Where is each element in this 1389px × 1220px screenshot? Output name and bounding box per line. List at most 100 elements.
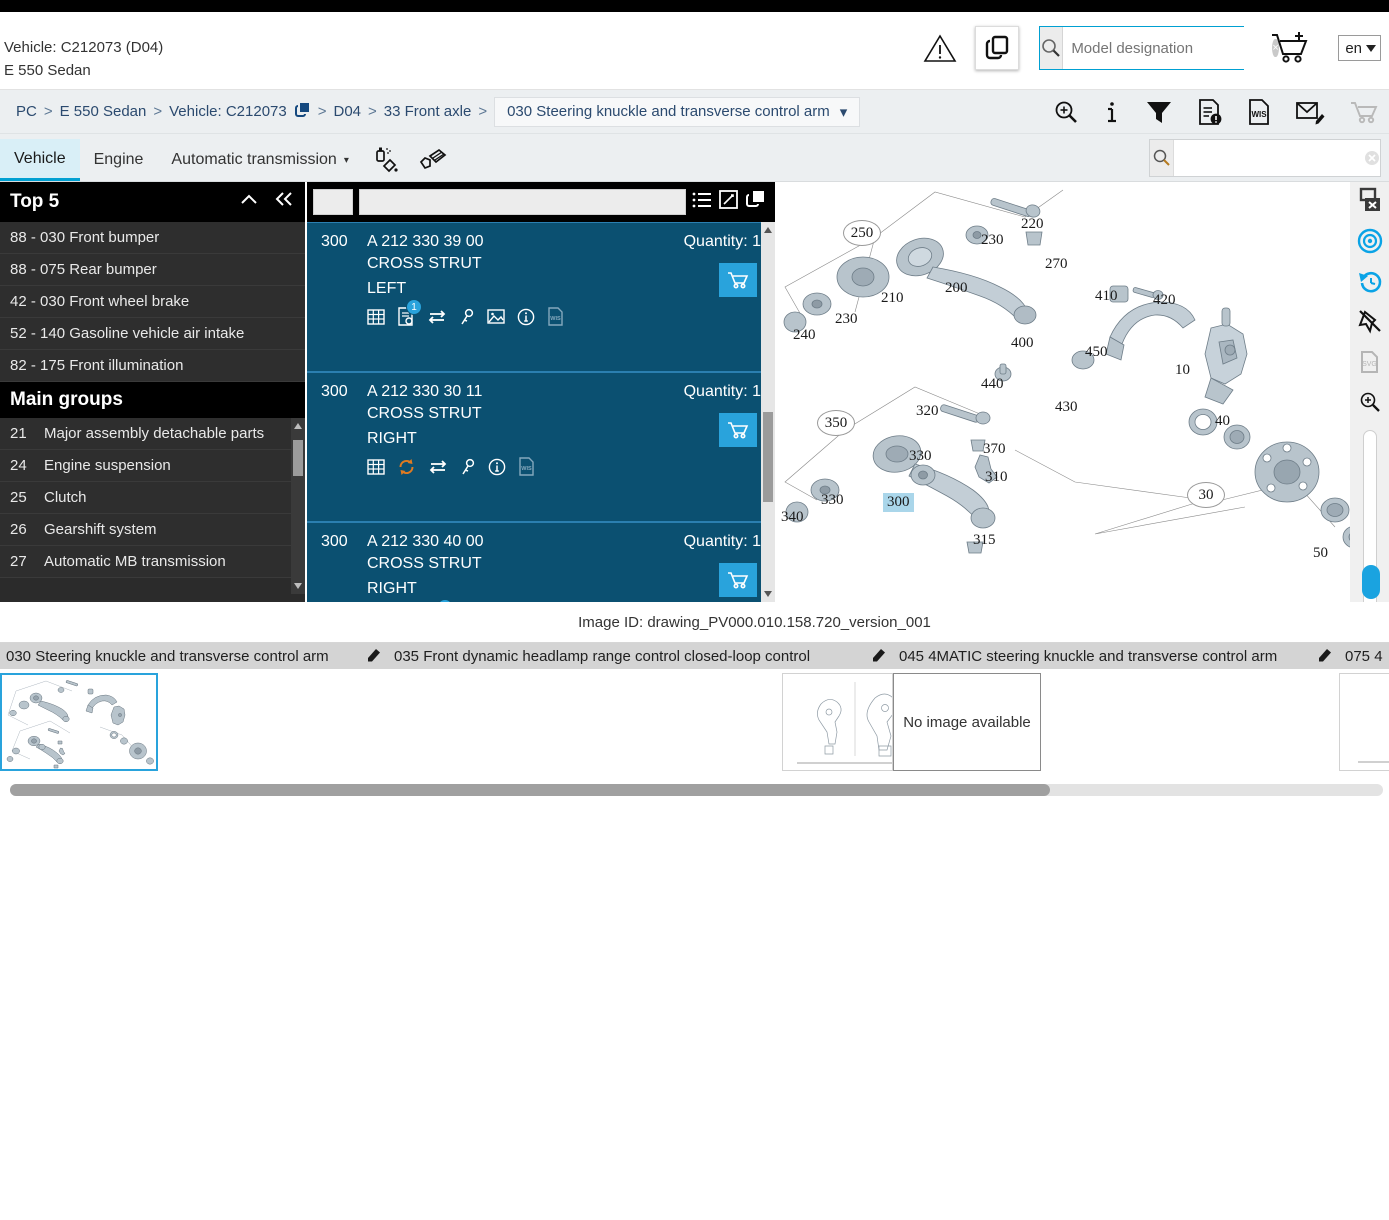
breadcrumb-item-model[interactable]: E 550 Sedan: [60, 103, 147, 120]
callout-group[interactable]: 30: [1187, 482, 1225, 508]
filter-icon[interactable]: [1145, 99, 1173, 125]
exchange-icon[interactable]: [427, 309, 447, 325]
callout[interactable]: 240: [793, 327, 816, 344]
callout[interactable]: 340: [781, 509, 804, 526]
key-icon[interactable]: [460, 458, 476, 476]
scroll-down-arrow-icon[interactable]: [764, 591, 772, 597]
expand-icon[interactable]: [719, 190, 738, 214]
callout[interactable]: 230: [835, 311, 858, 328]
top5-item[interactable]: 88 - 030 Front bumper: [0, 222, 305, 254]
parts-list-scrollbar[interactable]: [761, 222, 775, 602]
thumbnail-item[interactable]: 035 Front dynamic headlamp range control…: [388, 643, 893, 775]
top5-item[interactable]: 82 - 175 Front illumination: [0, 350, 305, 382]
scroll-up-arrow-icon[interactable]: [764, 227, 772, 233]
callout[interactable]: 315: [973, 532, 996, 549]
image-icon[interactable]: [487, 308, 505, 325]
callout[interactable]: 50: [1313, 545, 1328, 562]
add-to-cart-button[interactable]: [719, 563, 757, 597]
scrollbar-thumb[interactable]: [293, 440, 303, 476]
exchange-icon[interactable]: [428, 459, 448, 475]
thumbnail-item[interactable]: 075 4: [1339, 643, 1389, 775]
search-icon[interactable]: [1040, 27, 1064, 69]
main-group-item[interactable]: 24 Engine suspension: [0, 450, 305, 482]
top5-item[interactable]: 52 - 140 Gasoline vehicle air intake: [0, 318, 305, 350]
clear-icon[interactable]: [1363, 140, 1380, 176]
breadcrumb-item-pc[interactable]: PC: [16, 103, 37, 120]
svg-export-icon[interactable]: SVG: [1355, 347, 1385, 375]
edit-icon[interactable]: [871, 646, 887, 666]
thumbnail-caption[interactable]: 035 Front dynamic headlamp range control…: [388, 643, 893, 669]
thumbnail-item[interactable]: 030 Steering knuckle and transverse cont…: [0, 643, 388, 775]
mail-edit-icon[interactable]: [1295, 99, 1325, 125]
breadcrumb-item-d04[interactable]: D04: [333, 103, 361, 120]
callout[interactable]: 200: [945, 280, 968, 297]
chevron-up-icon[interactable]: [239, 191, 259, 213]
tab-automatic-transmission[interactable]: Automatic transmission ▾: [157, 139, 362, 181]
add-to-cart-button[interactable]: [719, 413, 757, 447]
tab-engine[interactable]: Engine: [80, 139, 158, 181]
warning-triangle-icon[interactable]: [923, 31, 957, 65]
parts-filter-position-box[interactable]: [313, 189, 353, 215]
callout-group[interactable]: 350: [817, 410, 855, 436]
paint-spray-icon[interactable]: [363, 139, 409, 181]
callout[interactable]: 330: [909, 448, 932, 465]
thumbnail-caption[interactable]: 030 Steering knuckle and transverse cont…: [0, 643, 388, 669]
thumbnail-caption[interactable]: 075 4: [1339, 643, 1389, 669]
callout[interactable]: 310: [985, 469, 1008, 486]
callout[interactable]: 230: [981, 232, 1004, 249]
callout[interactable]: 450: [1085, 344, 1108, 361]
top5-item[interactable]: 42 - 030 Front wheel brake: [0, 286, 305, 318]
zoom-slider-handle[interactable]: [1361, 564, 1380, 599]
callout[interactable]: 370: [983, 441, 1006, 458]
wis-document-icon[interactable]: WIS: [1247, 98, 1271, 126]
part-list-item[interactable]: 300 A 212 330 30 11 Quantity: 1 CROSS ST…: [307, 372, 775, 522]
duplicate-icon[interactable]: [745, 190, 765, 214]
info-icon[interactable]: [517, 308, 535, 326]
table-icon[interactable]: [367, 458, 385, 476]
unpin-icon[interactable]: [1355, 307, 1385, 335]
callout[interactable]: 270: [1045, 256, 1068, 273]
scrollbar-thumb[interactable]: [10, 784, 1050, 796]
thumbnail-image[interactable]: [0, 673, 158, 771]
shopping-cart-add-icon[interactable]: [1266, 28, 1312, 68]
part-search-box[interactable]: [1149, 139, 1381, 177]
target-icon[interactable]: [1355, 226, 1385, 254]
thumbnail-image[interactable]: [1339, 673, 1389, 771]
callout[interactable]: 40: [1215, 413, 1230, 430]
fastener-icon[interactable]: [409, 139, 457, 181]
parts-diagram-viewer[interactable]: 250 220 230 270 210 200 230 240 410 420 …: [775, 182, 1389, 602]
info-icon[interactable]: [1103, 99, 1121, 125]
key-icon[interactable]: [459, 308, 475, 326]
thumbnail-image[interactable]: [782, 673, 893, 771]
edit-icon[interactable]: [366, 646, 382, 666]
callout[interactable]: 220: [1021, 216, 1044, 233]
callout-selected[interactable]: 300: [883, 493, 914, 512]
refresh-icon[interactable]: [397, 458, 416, 476]
info-icon[interactable]: [488, 458, 506, 476]
list-view-icon[interactable]: [692, 191, 712, 214]
wis-icon[interactable]: WIS: [518, 457, 535, 476]
model-search-input[interactable]: [1063, 27, 1273, 69]
wis-icon[interactable]: WIS: [547, 307, 564, 326]
callout[interactable]: 400: [1011, 335, 1034, 352]
main-group-item[interactable]: 25 Clutch: [0, 482, 305, 514]
main-group-item[interactable]: 26 Gearshift system: [0, 514, 305, 546]
callout[interactable]: 330: [821, 492, 844, 509]
part-list-item[interactable]: 300 A 212 330 39 00 Quantity: 1 CROSS ST…: [307, 222, 775, 372]
main-groups-scrollbar[interactable]: [291, 418, 305, 594]
thumbnail-caption[interactable]: 045 4MATIC steering knuckle and transver…: [893, 643, 1339, 669]
callout[interactable]: 320: [916, 403, 939, 420]
part-list-item[interactable]: 300 A 212 330 40 00 Quantity: 1 CROSS ST…: [307, 522, 775, 602]
add-to-cart-button[interactable]: [719, 263, 757, 297]
document-alert-icon[interactable]: [1197, 98, 1223, 126]
history-undo-icon[interactable]: [1355, 267, 1385, 295]
scroll-down-arrow-icon[interactable]: [294, 583, 302, 589]
document-search-icon[interactable]: 1: [397, 299, 422, 326]
double-chevron-left-icon[interactable]: [273, 191, 295, 213]
callout[interactable]: 420: [1153, 292, 1176, 309]
callout[interactable]: 210: [881, 290, 904, 307]
search-icon[interactable]: [1150, 140, 1175, 176]
scrollbar-thumb[interactable]: [763, 412, 773, 502]
thumbnail-horizontal-scrollbar[interactable]: [10, 784, 1383, 796]
part-search-input[interactable]: [1174, 140, 1364, 176]
